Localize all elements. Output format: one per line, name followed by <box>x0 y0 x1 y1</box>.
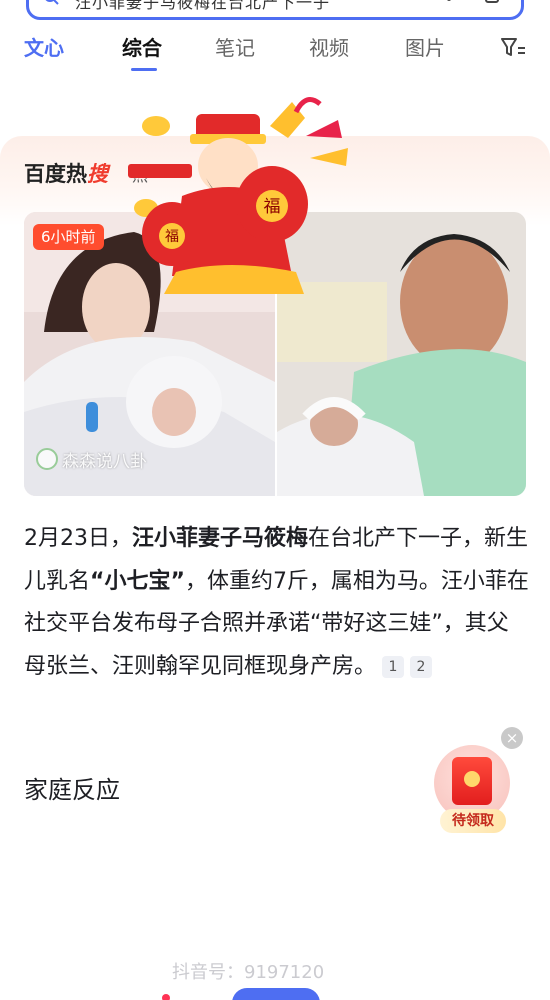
tab-all[interactable]: 综合 <box>122 32 162 61</box>
god-of-wealth-sticker-icon: 福 福 <box>128 97 348 294</box>
tab-images[interactable]: 图片 <box>405 32 445 61</box>
red-envelope-widget[interactable]: 待领取 <box>432 743 512 835</box>
citation-1[interactable]: 1 <box>382 655 405 678</box>
red-envelope-label: 待领取 <box>440 809 506 833</box>
baidu-hot-search-logo[interactable]: 百度热搜 <box>24 158 108 188</box>
camera-icon[interactable] <box>485 0 499 3</box>
bottom-action-button[interactable] <box>232 988 320 1000</box>
notification-dot <box>162 994 170 1000</box>
section-title: 家庭反应 <box>24 776 120 804</box>
fu-seal-large: 福 <box>264 197 281 217</box>
time-badge: 6小时前 <box>33 224 104 250</box>
close-icon[interactable]: × <box>501 727 523 749</box>
active-tab-indicator <box>131 68 157 71</box>
search-tabs: 文心 综合 笔记 视频 图片 <box>0 32 550 76</box>
red-envelope-icon <box>452 757 492 805</box>
search-query[interactable]: 汪小菲妻子马筱梅在台北产下一子 <box>75 0 330 13</box>
photo-watermark: 森森说八卦 <box>36 446 147 472</box>
article-summary: 2月23日，汪小菲妻子马筱梅在台北产下一子，新生儿乳名“小七宝”，体重约7斤，属… <box>24 526 529 679</box>
filter-icon[interactable] <box>500 36 526 60</box>
tab-wenxin[interactable]: 文心 <box>24 32 64 61</box>
search-bar[interactable]: 汪小菲妻子马筱梅在台北产下一子 <box>26 0 524 20</box>
douyin-watermark: 抖音号：9197120 <box>172 962 325 983</box>
creator-icon <box>36 448 58 470</box>
fu-seal-small: 福 <box>165 229 179 245</box>
citation-2[interactable]: 2 <box>410 655 433 678</box>
tab-notes[interactable]: 笔记 <box>215 32 255 61</box>
tab-videos[interactable]: 视频 <box>309 32 349 61</box>
search-icon <box>45 0 59 5</box>
microphone-icon[interactable] <box>447 0 451 1</box>
